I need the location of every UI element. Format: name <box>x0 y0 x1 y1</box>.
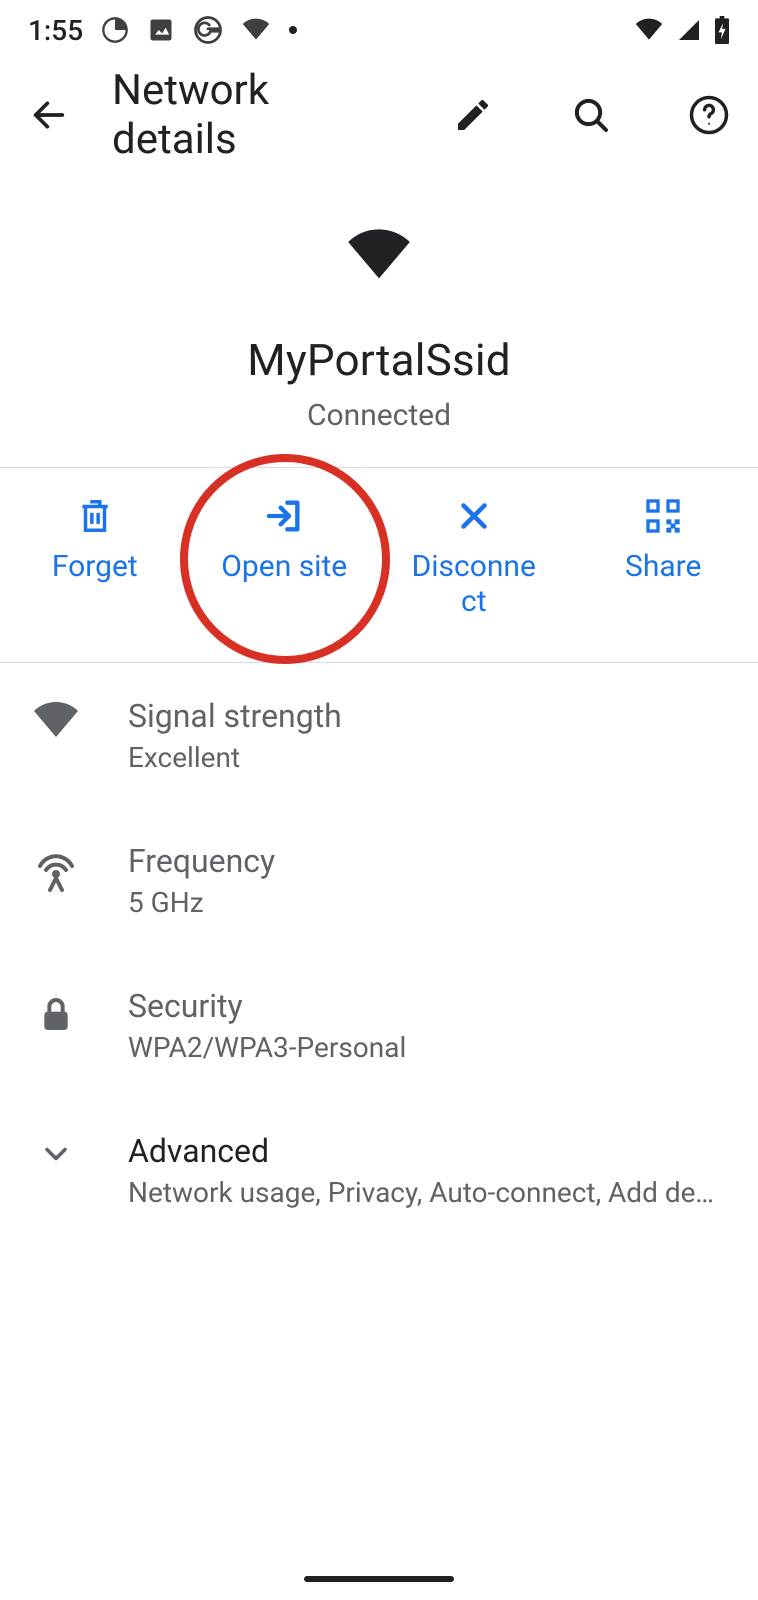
wifi-small-icon <box>241 18 271 42</box>
advanced-subtitle: Network usage, Privacy, Auto-connect, Ad… <box>128 1176 718 1209</box>
help-button[interactable] <box>688 91 730 139</box>
advanced-row[interactable]: Advanced Network usage, Privacy, Auto-co… <box>0 1098 758 1243</box>
frequency-value: 5 GHz <box>128 886 730 919</box>
status-bar: 1:55 <box>0 0 758 60</box>
share-label: Share <box>625 550 701 585</box>
edit-button[interactable] <box>452 91 494 139</box>
action-row: Forget Open site Disconnect Share <box>0 467 758 663</box>
statusbar-time: 1:55 <box>28 14 83 47</box>
app-bar: Network details <box>0 60 758 170</box>
forget-action[interactable]: Forget <box>0 496 190 585</box>
qr-code-icon <box>643 496 683 536</box>
back-button[interactable] <box>28 91 70 139</box>
network-hero: MyPortalSsid Connected <box>0 170 758 467</box>
antenna-icon <box>28 842 84 894</box>
login-arrow-icon <box>263 496 305 536</box>
disconnect-action[interactable]: Disconnect <box>379 496 569 619</box>
wifi-status-icon <box>634 18 664 42</box>
wifi-large-icon <box>343 228 415 284</box>
security-row[interactable]: Security WPA2/WPA3-Personal <box>0 953 758 1098</box>
image-icon <box>147 16 175 44</box>
forget-label: Forget <box>52 550 138 585</box>
signal-value: Excellent <box>128 741 730 774</box>
battery-charging-icon <box>714 16 730 44</box>
page-title: Network details <box>112 66 368 164</box>
overflow-dot-icon <box>289 26 297 34</box>
trash-icon <box>76 496 114 536</box>
signal-title: Signal strength <box>128 697 730 735</box>
security-value: WPA2/WPA3-Personal <box>128 1031 730 1064</box>
details-list: Signal strength Excellent Frequency 5 GH… <box>0 663 758 1243</box>
network-status: Connected <box>307 398 451 433</box>
security-title: Security <box>128 987 730 1025</box>
wifi-signal-icon <box>28 697 84 741</box>
gesture-nav-pill[interactable] <box>304 1576 454 1582</box>
frequency-title: Frequency <box>128 842 730 880</box>
frequency-row[interactable]: Frequency 5 GHz <box>0 808 758 953</box>
open-site-label: Open site <box>221 550 347 585</box>
cell-signal-icon <box>676 18 702 42</box>
open-site-action[interactable]: Open site <box>190 496 380 585</box>
data-saver-icon <box>101 16 129 44</box>
disconnect-label: Disconnect <box>404 550 544 619</box>
google-icon <box>193 15 223 45</box>
share-action[interactable]: Share <box>569 496 758 585</box>
close-icon <box>456 496 492 536</box>
advanced-title: Advanced <box>128 1132 730 1170</box>
lock-icon <box>28 987 84 1039</box>
signal-strength-row[interactable]: Signal strength Excellent <box>0 663 758 808</box>
chevron-down-icon <box>28 1132 84 1172</box>
search-button[interactable] <box>570 91 612 139</box>
network-ssid: MyPortalSsid <box>247 334 511 386</box>
